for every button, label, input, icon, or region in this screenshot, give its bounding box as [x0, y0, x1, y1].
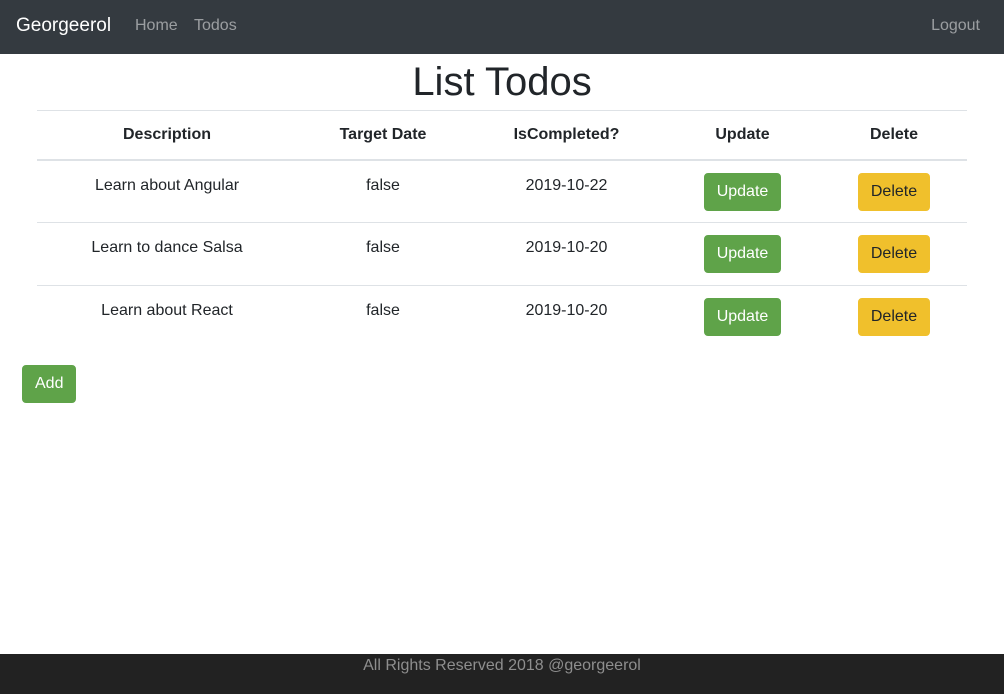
cell-delete: Delete: [821, 159, 967, 223]
cell-is-completed: 2019-10-20: [469, 285, 664, 349]
delete-button[interactable]: Delete: [857, 235, 931, 273]
table-row: Learn about Angular false 2019-10-22 Upd…: [37, 159, 967, 223]
cell-description: Learn to dance Salsa: [37, 222, 297, 286]
table-header-row: Description Target Date IsCompleted? Upd…: [37, 110, 967, 161]
delete-button[interactable]: Delete: [857, 172, 931, 211]
nav-link-todos[interactable]: Todos: [194, 17, 237, 35]
cell-description: Learn about Angular: [37, 159, 297, 223]
cell-is-completed: 2019-10-22: [469, 159, 664, 223]
column-header-description: Description: [37, 110, 297, 161]
table-body: Learn about Angular false 2019-10-22 Upd…: [37, 159, 967, 349]
cell-target-date: false: [297, 222, 469, 286]
update-button[interactable]: Update: [703, 235, 782, 273]
cell-delete: Delete: [821, 222, 967, 286]
brand-link[interactable]: Georgeerol: [16, 15, 111, 37]
update-button[interactable]: Update: [703, 298, 782, 336]
todos-table: Description Target Date IsCompleted? Upd…: [37, 110, 967, 349]
navbar: Georgeerol Home Todos Logout: [0, 0, 1004, 54]
cell-delete: Delete: [821, 285, 967, 349]
cell-update: Update: [664, 222, 821, 286]
column-header-is-completed: IsCompleted?: [469, 110, 664, 161]
table-row: Learn to dance Salsa false 2019-10-20 Up…: [37, 222, 967, 286]
nav-link-home[interactable]: Home: [135, 17, 178, 35]
cell-is-completed: 2019-10-20: [469, 222, 664, 286]
cell-description: Learn about React: [37, 285, 297, 349]
footer: All Rights Reserved 2018 @georgeerol: [0, 654, 1004, 694]
column-header-delete: Delete: [821, 110, 967, 161]
footer-text: All Rights Reserved 2018 @georgeerol: [363, 657, 641, 674]
page-title: List Todos: [412, 60, 592, 104]
update-button[interactable]: Update: [703, 172, 782, 211]
delete-button[interactable]: Delete: [857, 298, 931, 336]
column-header-target-date: Target Date: [297, 110, 469, 161]
table-row: Learn about React false 2019-10-20 Updat…: [37, 285, 967, 349]
add-todo-button[interactable]: Add: [22, 365, 77, 403]
logout-link[interactable]: Logout: [931, 17, 980, 35]
cell-target-date: false: [297, 285, 469, 349]
table-header: Description Target Date IsCompleted? Upd…: [37, 110, 967, 161]
cell-target-date: false: [297, 159, 469, 223]
cell-update: Update: [664, 285, 821, 349]
cell-update: Update: [664, 159, 821, 223]
column-header-update: Update: [664, 110, 821, 161]
